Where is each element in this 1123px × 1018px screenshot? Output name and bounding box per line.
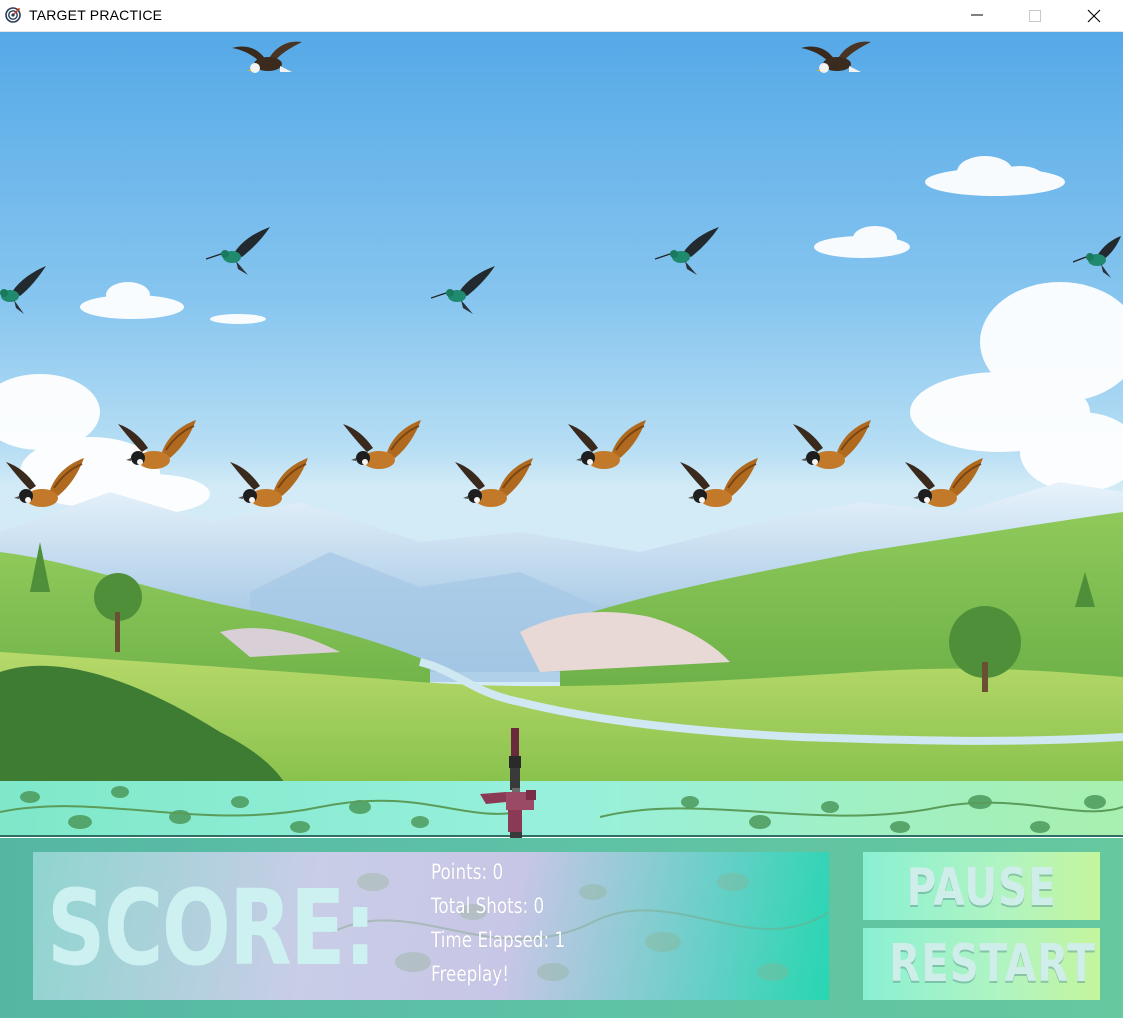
sparrow-target[interactable] xyxy=(680,456,760,514)
restart-button[interactable]: RESTART xyxy=(863,928,1100,1000)
sparrow-target[interactable] xyxy=(6,456,86,514)
eagle-target[interactable] xyxy=(797,38,873,80)
hummingbird-target[interactable] xyxy=(431,266,499,320)
restart-label: RESTART xyxy=(889,934,1096,994)
mode-text: Freeplay! xyxy=(431,962,509,986)
target-icon xyxy=(5,7,21,23)
sparrow-target[interactable] xyxy=(343,418,423,476)
points-text: Points: 0 xyxy=(431,860,504,884)
maximize-button[interactable] xyxy=(1006,0,1064,31)
sparrow-target[interactable] xyxy=(118,418,198,476)
hummingbird-target[interactable] xyxy=(0,264,50,320)
minimize-button[interactable] xyxy=(948,0,1006,31)
vine-decoration xyxy=(333,873,829,981)
gun-turret[interactable] xyxy=(476,728,546,844)
score-panel: SCORE: Points: 0 Total Shots: 0 Time Ela… xyxy=(33,852,829,1000)
hud-bar: SCORE: Points: 0 Total Shots: 0 Time Ela… xyxy=(0,838,1123,1018)
minimize-icon xyxy=(971,14,983,16)
hummingbird-target[interactable] xyxy=(206,227,274,281)
hummingbird-target[interactable] xyxy=(1073,232,1123,282)
pause-button[interactable]: PAUSE xyxy=(863,852,1100,920)
close-icon xyxy=(1087,9,1101,23)
maximize-icon xyxy=(1029,10,1041,22)
total-shots-text: Total Shots: 0 xyxy=(431,894,545,918)
title-bar: TARGET PRACTICE xyxy=(0,0,1123,32)
sparrow-target[interactable] xyxy=(568,418,648,476)
game-viewport[interactable]: SCORE: Points: 0 Total Shots: 0 Time Ela… xyxy=(0,32,1123,1018)
sparrow-target[interactable] xyxy=(905,456,985,514)
sparrow-target[interactable] xyxy=(793,418,873,476)
sparrow-target[interactable] xyxy=(455,456,535,514)
window-title: TARGET PRACTICE xyxy=(29,7,163,23)
sparrow-target[interactable] xyxy=(230,456,310,514)
score-label: SCORE: xyxy=(47,867,376,989)
eagle-target[interactable] xyxy=(228,38,304,80)
hummingbird-target[interactable] xyxy=(655,227,723,281)
time-elapsed-text: Time Elapsed: 1 xyxy=(431,928,566,952)
close-button[interactable] xyxy=(1065,0,1123,31)
pause-label: PAUSE xyxy=(906,858,1057,918)
